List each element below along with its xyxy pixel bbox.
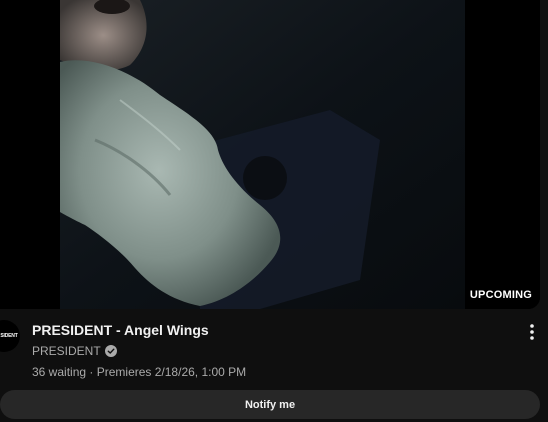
notify-me-button[interactable]: Notify me	[0, 390, 540, 419]
thumbnail-image	[0, 0, 540, 309]
channel-row: PRESIDENT	[32, 341, 516, 361]
more-actions-button[interactable]	[520, 320, 544, 344]
channel-avatar[interactable]: SIDENT	[0, 320, 20, 352]
verified-check-icon	[104, 345, 117, 357]
video-card: UPCOMING SIDENT PRESIDENT - Angel Wings …	[0, 0, 548, 422]
channel-name[interactable]: PRESIDENT	[32, 344, 101, 358]
waiting-count: 36 waiting	[32, 365, 87, 379]
avatar-text: SIDENT	[0, 333, 18, 339]
more-vertical-icon	[530, 324, 534, 340]
upcoming-badge: UPCOMING	[469, 289, 532, 301]
video-details: PRESIDENT - Angel Wings PRESIDENT 36 wai…	[32, 320, 516, 382]
video-title[interactable]: PRESIDENT - Angel Wings	[32, 320, 516, 340]
premiere-time: Premieres 2/18/26, 1:00 PM	[96, 365, 247, 379]
stats-separator: ·	[89, 365, 94, 379]
video-thumbnail[interactable]: UPCOMING	[0, 0, 540, 309]
video-stats: 36 waiting · Premieres 2/18/26, 1:00 PM	[32, 362, 516, 382]
video-meta: SIDENT PRESIDENT - Angel Wings PRESIDENT…	[0, 318, 548, 384]
